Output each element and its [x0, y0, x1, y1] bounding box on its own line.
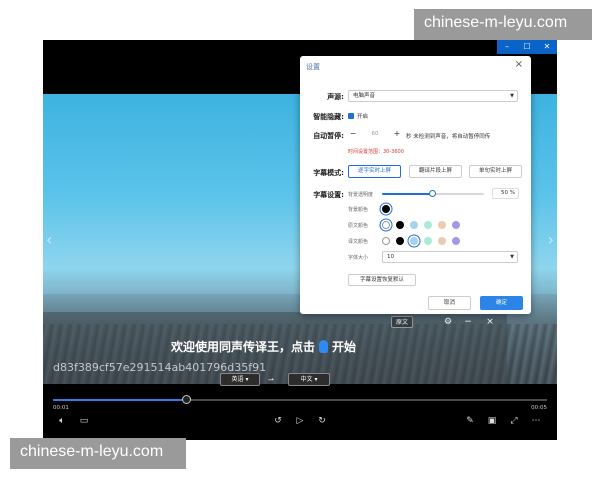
pip-icon[interactable]: ▣ [485, 416, 499, 426]
subtitle-icon[interactable]: ▭ [77, 416, 91, 426]
audio-source-select[interactable]: 电脑声音 ▼ [348, 90, 518, 102]
chevron-down-icon: ▼ [510, 254, 514, 260]
bg-color-swatch-0[interactable] [382, 205, 390, 213]
watermark-bottom: chinese-m-leyu.com [10, 438, 186, 469]
reset-subtitle-button[interactable]: 字幕设置恢复默认 [348, 274, 416, 286]
subtitle-mode-label: 字幕模式: [313, 169, 344, 177]
dialog-title: 设置 [306, 63, 320, 71]
mode-option-1[interactable]: 翻译片段上屏 [409, 165, 462, 178]
minimize-icon[interactable]: − [461, 316, 475, 328]
volume-icon[interactable]: 🔈︎ [55, 416, 69, 426]
bg-opacity-slider[interactable] [382, 190, 484, 197]
target-language-value: 中文 [300, 376, 313, 383]
slider-fill [382, 193, 433, 195]
font-size-label: 字体大小 [348, 255, 369, 261]
cancel-button[interactable]: 取消 [428, 296, 471, 310]
source-color-swatch-0[interactable] [382, 221, 390, 229]
smart-hide-label: 智能隐藏: [313, 113, 344, 121]
decrement-button[interactable]: − [348, 129, 358, 139]
confirm-button[interactable]: 确定 [480, 296, 523, 310]
bg-opacity-value[interactable]: 50 % [492, 188, 519, 199]
auto-pause-suffix: 秒 未检测到声音，将自动暂停同传 [406, 134, 491, 140]
total-time: 00:05 [531, 405, 547, 411]
window-minimize-button[interactable]: – [497, 40, 517, 54]
subtitle-line-primary: 欢迎使用同声传译王，点击 开始 [171, 338, 356, 355]
current-time: 00:01 [53, 405, 69, 411]
font-size-value: 10 [387, 254, 394, 260]
source-language-value: 英语 [231, 376, 244, 383]
more-icon[interactable]: ⋯ [529, 416, 543, 426]
source-color-swatch-2[interactable] [410, 221, 418, 229]
auto-pause-input[interactable]: 60 [359, 129, 391, 139]
mode-option-0[interactable]: 逐字实时上屏 [348, 165, 401, 178]
target-color-swatch-3[interactable] [424, 237, 432, 245]
close-icon[interactable]: × [483, 316, 497, 328]
target-color-swatch-4[interactable] [438, 237, 446, 245]
window-controls: – ☐ ✕ [497, 40, 557, 54]
font-size-select[interactable]: 10 ▼ [382, 251, 518, 263]
subtitle-settings-label: 字幕设置: [313, 191, 344, 199]
video-player: – ☐ ✕ ‹ › 设置 × 声源: 电脑声音 ▼ 智能隐藏: 开启 自动暂停:… [43, 40, 557, 440]
edit-icon[interactable]: ✎ [463, 416, 477, 426]
bg-color-label: 背景颜色 [348, 207, 369, 213]
dialog-close-icon[interactable]: × [515, 59, 523, 70]
bg-opacity-label: 背景透明度 [348, 192, 374, 198]
fullscreen-icon[interactable]: ⤢ [507, 416, 521, 426]
forward-icon[interactable]: ↻ [315, 416, 329, 426]
source-color-swatch-3[interactable] [424, 221, 432, 229]
swap-language-icon[interactable]: ⇀ [268, 376, 274, 384]
progress-handle[interactable] [182, 395, 192, 404]
source-color-swatch-1[interactable] [396, 221, 404, 229]
chevron-down-icon: ▼ [510, 93, 514, 99]
settings-dialog: 设置 × 声源: 电脑声音 ▼ 智能隐藏: 开启 自动暂停: − 60 + 秒 … [300, 56, 531, 314]
prev-arrow-icon[interactable]: ‹ [46, 230, 52, 249]
source-color-swatch-4[interactable] [438, 221, 446, 229]
original-text-toggle[interactable]: 原文 [391, 316, 413, 328]
mic-icon[interactable] [319, 340, 329, 353]
smart-hide-checkbox[interactable] [348, 113, 354, 119]
mode-option-2[interactable]: 单句实时上屏 [469, 165, 522, 178]
target-color-swatch-1[interactable] [396, 237, 404, 245]
subtitle-text-after: 开始 [332, 340, 357, 354]
next-arrow-icon[interactable]: › [548, 230, 554, 249]
progress-fill [53, 399, 187, 401]
target-color-label: 译文颜色 [348, 239, 369, 245]
progress-bar[interactable] [53, 395, 547, 404]
playback-controls: 00:01 00:05 🔈︎ ▭ ↺ ▷ ↻ ✎ ▣ ⤢ ⋯ [43, 386, 557, 440]
window-maximize-button[interactable]: ☐ [517, 40, 537, 54]
subtitle-text-before: 欢迎使用同声传译王，点击 [171, 340, 316, 354]
smart-hide-option: 开启 [357, 114, 369, 120]
source-color-label: 原文颜色 [348, 223, 369, 229]
audio-source-value: 电脑声音 [353, 93, 376, 99]
watermark-top: chinese-m-leyu.com [414, 9, 592, 40]
source-color-swatch-5[interactable] [452, 221, 460, 229]
chevron-down-icon: ▾ [314, 376, 318, 383]
target-language-select[interactable]: 中文 ▾ [288, 373, 330, 386]
audio-source-label: 声源: [327, 93, 344, 101]
settings-gear-icon[interactable]: ⚙ [441, 316, 455, 328]
target-color-swatch-5[interactable] [452, 237, 460, 245]
increment-button[interactable]: + [392, 129, 402, 139]
slider-handle[interactable] [429, 190, 436, 197]
target-color-swatch-0[interactable] [382, 237, 390, 245]
rewind-icon[interactable]: ↺ [271, 416, 285, 426]
play-icon[interactable]: ▷ [293, 416, 307, 426]
title-bar: – ☐ ✕ [43, 40, 557, 54]
target-color-swatch-2[interactable] [410, 237, 418, 245]
source-language-select[interactable]: 英语 ▾ [220, 373, 260, 386]
window-close-button[interactable]: ✕ [537, 40, 557, 54]
auto-pause-hint: 时间设置范围：30-3600 [348, 149, 404, 155]
chevron-down-icon: ▾ [245, 376, 249, 383]
auto-pause-label: 自动暂停: [313, 132, 344, 140]
